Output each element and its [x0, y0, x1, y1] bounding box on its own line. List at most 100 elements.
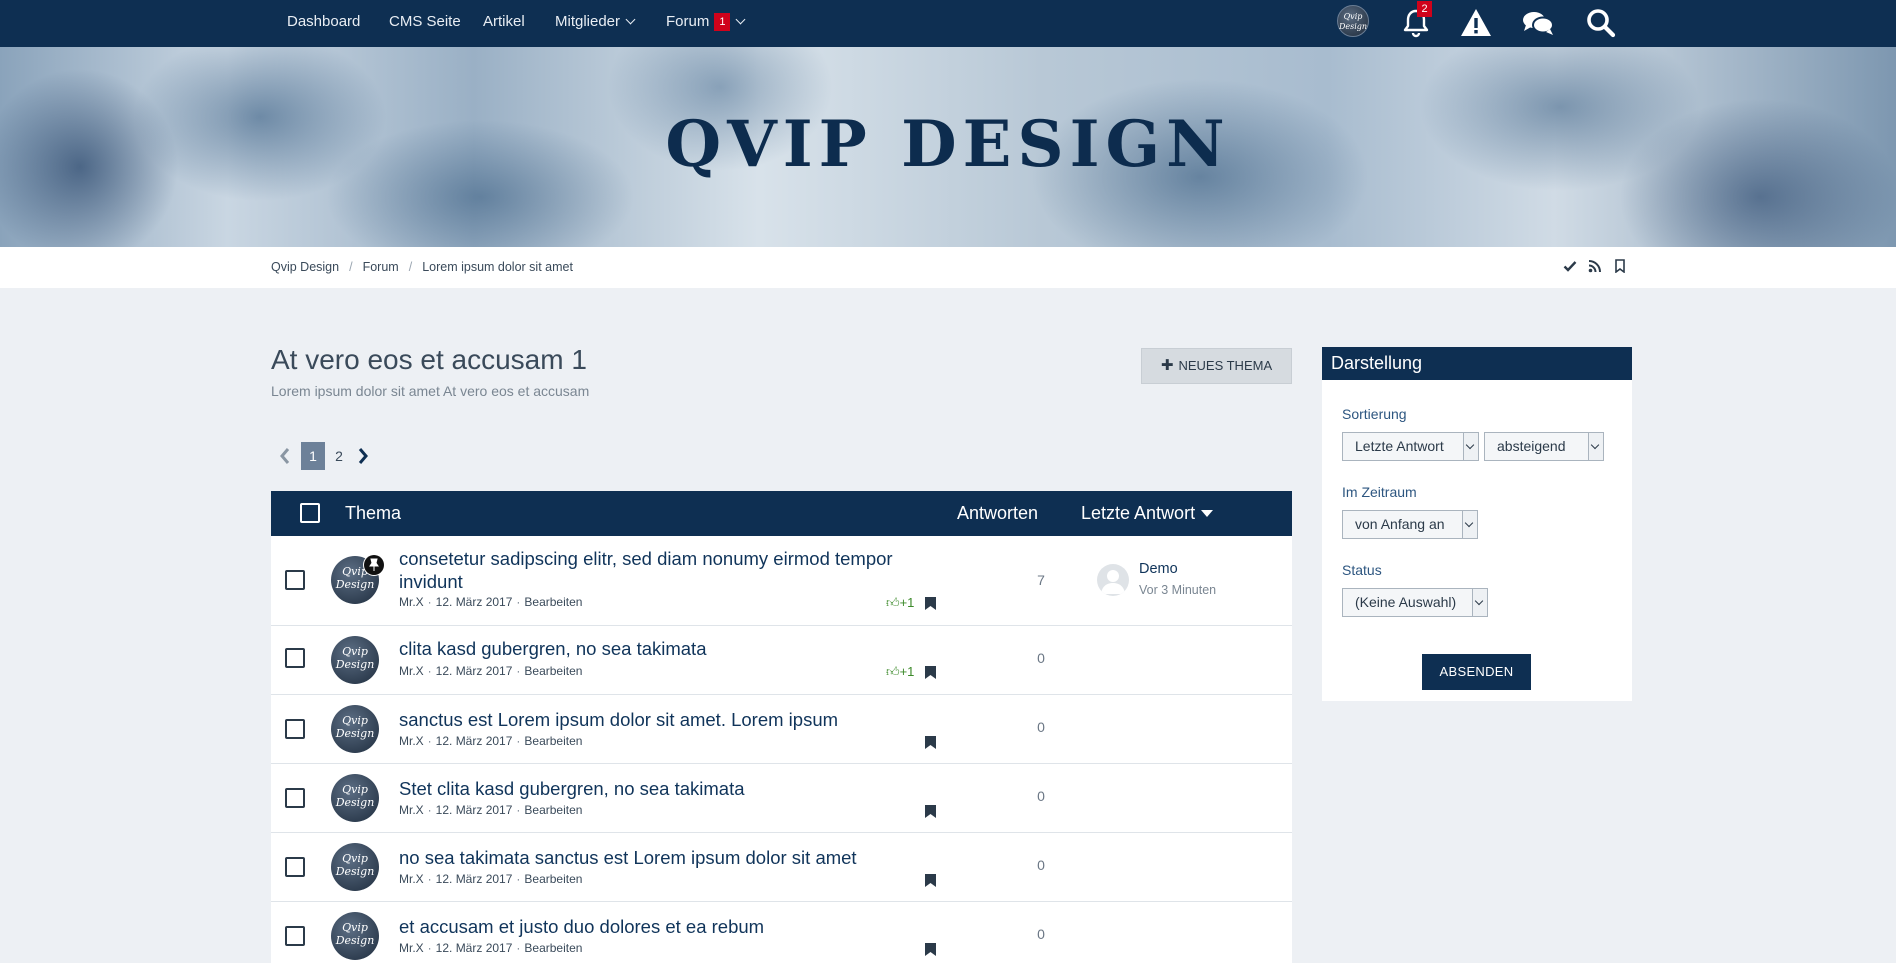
bookmark-icon[interactable]: [925, 666, 936, 679]
thread-title[interactable]: no sea takimata sanctus est Lorem ipsum …: [399, 846, 959, 869]
row-checkbox[interactable]: [285, 570, 305, 590]
nav-artikel[interactable]: Artikel: [483, 0, 525, 47]
column-topic[interactable]: Thema: [345, 491, 401, 536]
row-checkbox[interactable]: [285, 926, 305, 946]
chat-icon[interactable]: [1520, 5, 1556, 41]
rss-icon[interactable]: [1588, 259, 1602, 273]
avatar[interactable]: Qvip Design: [331, 705, 379, 753]
site-logo[interactable]: QVIP DESIGN: [0, 107, 1896, 182]
column-last-reply-label: Letzte Antwort: [1081, 503, 1196, 523]
page-title: At vero eos et accusam 1: [271, 344, 587, 375]
bookmark-icon[interactable]: [1613, 259, 1627, 274]
status-label: Status: [1342, 562, 1382, 578]
thread-edit-link[interactable]: Bearbeiten: [524, 872, 582, 886]
nav-forum[interactable]: Forum 1: [666, 0, 746, 47]
reply-count: 0: [1037, 926, 1045, 942]
bookmark-icon[interactable]: [925, 874, 936, 887]
table-row: Qvip Design no sea takimata sanctus est L…: [271, 833, 1292, 902]
sort-field-value: Letzte Antwort: [1355, 438, 1444, 454]
thread-author[interactable]: Mr.X: [399, 941, 424, 955]
last-reply-time: Vor 3 Minuten: [1139, 583, 1217, 597]
search-icon[interactable]: [1583, 5, 1619, 41]
plus-icon: ✚: [1160, 357, 1174, 374]
row-checkbox[interactable]: [285, 857, 305, 877]
thread-author[interactable]: Mr.X: [399, 872, 424, 886]
nav-cms-seite[interactable]: CMS Seite: [389, 0, 461, 47]
new-thread-button[interactable]: ✚ NEUES THEMA: [1141, 348, 1292, 384]
avatar[interactable]: Qvip Design: [331, 636, 379, 684]
column-last-reply[interactable]: Letzte Antwort: [1081, 491, 1214, 536]
thumbs-up-icon: 👍︎: [886, 595, 900, 610]
like-count[interactable]: 👍︎+1: [886, 664, 914, 680]
bookmark-icon[interactable]: [925, 597, 936, 610]
table-row: Qvip Design clita kasd gubergren, no sea …: [271, 626, 1292, 695]
breadcrumb-actions: [1563, 259, 1638, 276]
thread-edit-link[interactable]: Bearbeiten: [524, 734, 582, 748]
breadcrumb-separator: /: [408, 260, 413, 274]
thread-title[interactable]: consetetur sadipscing elitr, sed diam no…: [399, 547, 959, 593]
nav-mitglieder[interactable]: Mitglieder: [555, 0, 636, 47]
pagination-page[interactable]: 1: [301, 442, 325, 470]
row-checkbox[interactable]: [285, 788, 305, 808]
sort-field-select[interactable]: Letzte Antwort: [1342, 432, 1479, 461]
thread-edit-link[interactable]: Bearbeiten: [524, 595, 582, 609]
thread-author[interactable]: Mr.X: [399, 664, 424, 678]
bookmark-icon[interactable]: [925, 736, 936, 749]
thread-edit-link[interactable]: Bearbeiten: [524, 664, 582, 678]
thread-author[interactable]: Mr.X: [399, 595, 424, 609]
thread-edit-link[interactable]: Bearbeiten: [524, 941, 582, 955]
column-replies[interactable]: Antworten: [957, 491, 1038, 536]
thread-meta: Mr.X · 12. März 2017 · Bearbeiten: [399, 941, 583, 955]
warning-icon[interactable]: [1458, 5, 1494, 41]
select-all-checkbox[interactable]: [300, 503, 320, 523]
last-reply-user[interactable]: Demo: [1139, 561, 1178, 577]
bookmark-icon[interactable]: [925, 805, 936, 818]
sidebar-title: Darstellung: [1322, 347, 1632, 380]
thread-title[interactable]: et accusam et justo duo dolores et ea re…: [399, 915, 959, 938]
thread-title[interactable]: clita kasd gubergren, no sea takimata: [399, 637, 959, 660]
thread-title[interactable]: sanctus est Lorem ipsum dolor sit amet. …: [399, 708, 959, 731]
breadcrumb-bar: Qvip Design / Forum / Lorem ipsum dolor sit …: [0, 247, 1896, 288]
pagination-next-icon[interactable]: [354, 442, 372, 470]
avatar[interactable]: Qvip Design: [331, 774, 379, 822]
chevron-down-icon: [1463, 433, 1478, 460]
breadcrumb: Qvip Design / Forum / Lorem ipsum dolor sit …: [271, 260, 573, 274]
check-icon[interactable]: [1563, 259, 1577, 273]
breadcrumb-item[interactable]: Forum: [363, 260, 399, 274]
display-options-panel: Sortierung Letzte Antwort absteigend Im …: [1322, 380, 1632, 701]
table-row: Qvip Design et accusam et justo duo dolor…: [271, 902, 1292, 963]
thread-title[interactable]: Stet clita kasd gubergren, no sea takima…: [399, 777, 959, 800]
forum-badge: 1: [714, 13, 731, 31]
row-checkbox[interactable]: [285, 648, 305, 668]
bookmark-icon[interactable]: [925, 943, 936, 956]
thread-meta: Mr.X · 12. März 2017 · Bearbeiten: [399, 734, 583, 748]
table-row: Qvip Design sanctus est Lorem ipsum dolor…: [271, 695, 1292, 764]
nav-forum-label: Forum: [666, 13, 710, 30]
reply-count: 0: [1037, 857, 1045, 873]
thread-author[interactable]: Mr.X: [399, 734, 424, 748]
status-select[interactable]: (Keine Auswahl): [1342, 588, 1488, 617]
like-count[interactable]: 👍︎+1: [886, 595, 914, 611]
thread-edit-link[interactable]: Bearbeiten: [524, 803, 582, 817]
thread-meta: Mr.X · 12. März 2017 · Bearbeiten: [399, 803, 583, 817]
last-reply-avatar[interactable]: [1097, 564, 1129, 596]
status-value: (Keine Auswahl): [1355, 594, 1457, 610]
avatar[interactable]: Qvip Design: [331, 843, 379, 891]
submit-button[interactable]: ABSENDEN: [1422, 654, 1531, 690]
reply-count: 0: [1037, 788, 1045, 804]
thread-date: 12. März 2017: [435, 941, 513, 955]
breadcrumb-item[interactable]: Lorem ipsum dolor sit amet: [422, 260, 573, 274]
row-checkbox[interactable]: [285, 719, 305, 739]
user-avatar[interactable]: Qvip Design: [1337, 5, 1369, 37]
sort-order-select[interactable]: absteigend: [1484, 432, 1604, 461]
nav-dashboard[interactable]: Dashboard: [287, 0, 360, 47]
avatar[interactable]: Qvip Design: [331, 912, 379, 960]
breadcrumb-item[interactable]: Qvip Design: [271, 260, 339, 274]
thread-author[interactable]: Mr.X: [399, 803, 424, 817]
period-select[interactable]: von Anfang an: [1342, 510, 1478, 539]
chevron-down-icon: [1462, 511, 1477, 538]
pagination-prev-icon[interactable]: [276, 442, 294, 470]
pagination-page[interactable]: 2: [330, 442, 348, 470]
new-thread-label: NEUES THEMA: [1178, 358, 1273, 373]
thread-meta: Mr.X · 12. März 2017 · Bearbeiten: [399, 595, 583, 609]
